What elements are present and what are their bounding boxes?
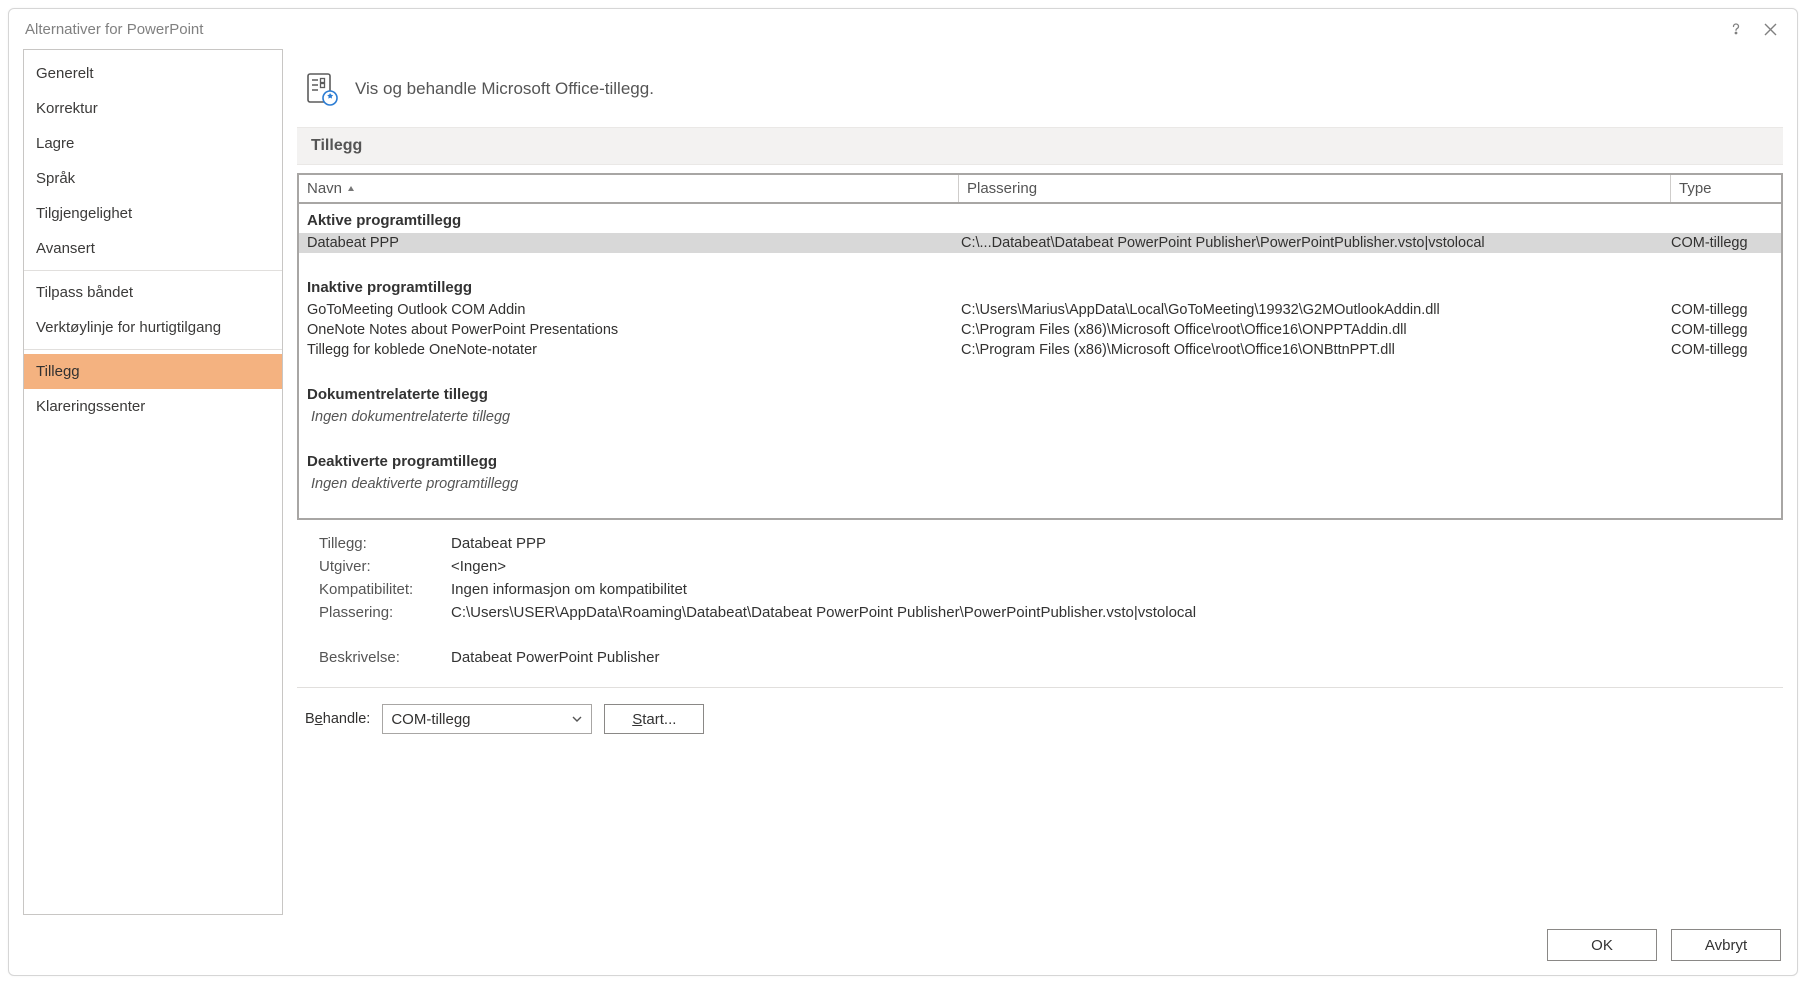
list-row[interactable]: Databeat PPPC:\...Databeat\Databeat Powe… <box>299 233 1781 253</box>
sidebar-item[interactable]: Språk <box>24 161 282 196</box>
list-group-title: Deaktiverte programtillegg <box>299 449 1781 474</box>
divider <box>297 687 1783 688</box>
addins-icon <box>305 71 341 107</box>
divider <box>24 349 282 350</box>
list-group-title: Aktive programtillegg <box>299 208 1781 233</box>
section-header: Tillegg <box>297 127 1783 165</box>
sidebar-item[interactable]: Verktøylinje for hurtigtilgang <box>24 310 282 345</box>
manage-row: Behandle: COM-tillegg Start... <box>297 698 1783 734</box>
sidebar-item[interactable]: Tilpass båndet <box>24 275 282 310</box>
cell-type: COM-tillegg <box>1671 322 1781 338</box>
cell-name: Databeat PPP <box>299 235 959 251</box>
list-row[interactable]: GoToMeeting Outlook COM AddinC:\Users\Ma… <box>299 300 1781 320</box>
list-group-title: Inaktive programtillegg <box>299 275 1781 300</box>
cell-location: C:\Users\Marius\AppData\Local\GoToMeetin… <box>959 302 1671 318</box>
addin-details: Tillegg: Databeat PPP Utgiver: <Ingen> K… <box>297 520 1783 681</box>
list-row[interactable]: OneNote Notes about PowerPoint Presentat… <box>299 320 1781 340</box>
list-group-title: Dokumentrelaterte tillegg <box>299 382 1781 407</box>
help-button[interactable] <box>1719 12 1753 46</box>
detail-value-addin: Databeat PPP <box>451 535 1775 552</box>
column-header-location[interactable]: Plassering <box>959 175 1671 202</box>
cell-location: C:\...Databeat\Databeat PowerPoint Publi… <box>959 235 1671 251</box>
detail-value-compat: Ingen informasjon om kompatibilitet <box>451 581 1775 598</box>
cell-name: Tillegg for koblede OneNote-notater <box>299 342 959 358</box>
column-header-type[interactable]: Type <box>1671 175 1781 202</box>
sidebar-item[interactable]: Klareringssenter <box>24 389 282 424</box>
category-sidebar: GenereltKorrekturLagreSpråkTilgjengeligh… <box>23 49 283 915</box>
cell-location: C:\Program Files (x86)\Microsoft Office\… <box>959 342 1671 358</box>
sidebar-item[interactable]: Tillegg <box>24 354 282 389</box>
options-dialog: Alternativer for PowerPoint GenereltKorr… <box>8 8 1798 976</box>
detail-label-addin: Tillegg: <box>319 535 451 552</box>
cell-type: COM-tillegg <box>1671 302 1781 318</box>
sidebar-item[interactable]: Lagre <box>24 126 282 161</box>
cell-name: GoToMeeting Outlook COM Addin <box>299 302 959 318</box>
cell-name: OneNote Notes about PowerPoint Presentat… <box>299 322 959 338</box>
sidebar-item[interactable]: Generelt <box>24 56 282 91</box>
list-group-empty: Ingen dokumentrelaterte tillegg <box>299 407 1781 427</box>
list-group-empty: Ingen deaktiverte programtillegg <box>299 474 1781 494</box>
column-header-name[interactable]: Navn <box>299 175 959 202</box>
detail-label-description: Beskrivelse: <box>319 649 451 666</box>
list-body: Aktive programtilleggDatabeat PPPC:\...D… <box>299 204 1781 518</box>
detail-label-location: Plassering: <box>319 604 451 621</box>
list-header: Navn Plassering Type <box>299 175 1781 204</box>
page-heading: Vis og behandle Microsoft Office-tillegg… <box>297 49 1783 127</box>
sidebar-item[interactable]: Tilgjengelighet <box>24 196 282 231</box>
divider <box>24 270 282 271</box>
sidebar-item[interactable]: Avansert <box>24 231 282 266</box>
detail-value-description: Databeat PowerPoint Publisher <box>451 649 1775 666</box>
dialog-footer: OK Avbryt <box>9 915 1797 975</box>
sidebar-item[interactable]: Korrektur <box>24 91 282 126</box>
sort-asc-icon <box>346 184 356 194</box>
manage-label: Behandle: <box>305 711 370 727</box>
manage-combo-value: COM-tillegg <box>391 711 470 728</box>
detail-value-location: C:\Users\USER\AppData\Roaming\Databeat\D… <box>451 604 1775 621</box>
window-title: Alternativer for PowerPoint <box>25 21 203 38</box>
manage-combo[interactable]: COM-tillegg <box>382 704 592 734</box>
cell-location: C:\Program Files (x86)\Microsoft Office\… <box>959 322 1671 338</box>
list-row[interactable]: Tillegg for koblede OneNote-notaterC:\Pr… <box>299 340 1781 360</box>
detail-value-publisher: <Ingen> <box>451 558 1775 575</box>
detail-label-publisher: Utgiver: <box>319 558 451 575</box>
titlebar: Alternativer for PowerPoint <box>9 9 1797 49</box>
go-button[interactable]: Start... <box>604 704 704 734</box>
close-button[interactable] <box>1753 12 1787 46</box>
detail-label-compat: Kompatibilitet: <box>319 581 451 598</box>
cell-type: COM-tillegg <box>1671 235 1781 251</box>
cancel-button[interactable]: Avbryt <box>1671 929 1781 961</box>
ok-button[interactable]: OK <box>1547 929 1657 961</box>
chevron-down-icon <box>571 713 583 725</box>
cell-type: COM-tillegg <box>1671 342 1781 358</box>
main-panel: Vis og behandle Microsoft Office-tillegg… <box>297 49 1783 915</box>
addins-list: Navn Plassering Type Aktive programtille… <box>297 173 1783 520</box>
page-title: Vis og behandle Microsoft Office-tillegg… <box>355 79 654 99</box>
